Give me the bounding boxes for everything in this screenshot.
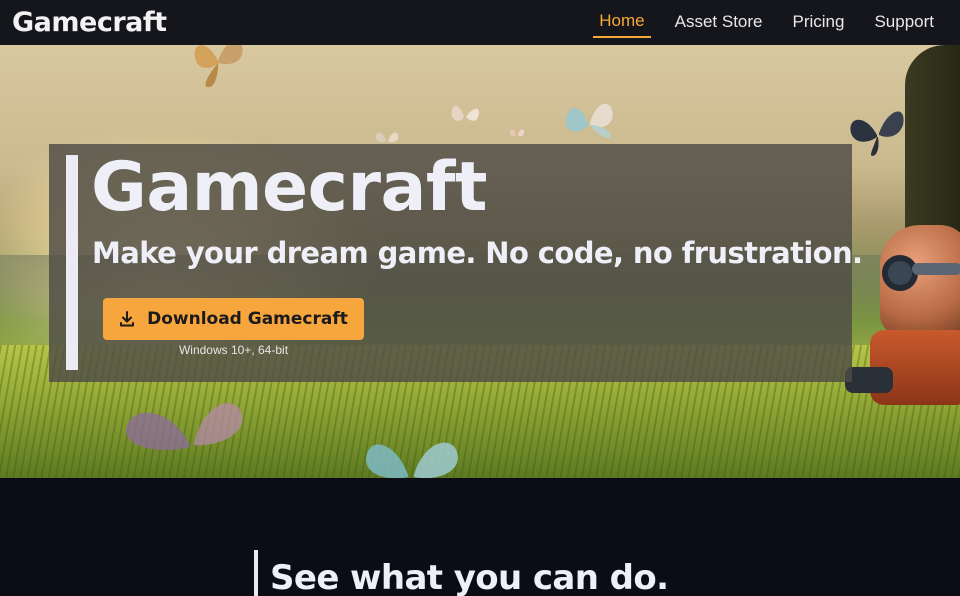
- nav-link-home[interactable]: Home: [593, 8, 651, 38]
- butterfly-icon: [362, 415, 462, 478]
- butterfly-icon: [560, 93, 620, 147]
- download-requirements: Windows 10+, 64-bit: [178, 343, 289, 357]
- nav-link-pricing[interactable]: Pricing: [786, 9, 850, 37]
- section-accent-bar: [254, 550, 258, 596]
- nav-link-asset-store[interactable]: Asset Store: [669, 9, 769, 37]
- hero-subtitle: Make your dream game. No code, no frustr…: [92, 236, 863, 270]
- butterfly-icon: [845, 103, 909, 159]
- butterfly-icon: [120, 385, 250, 465]
- site-logo[interactable]: Gamecraft: [12, 7, 167, 38]
- section-heading: See what you can do.: [270, 558, 669, 596]
- butterfly-icon: [188, 45, 248, 93]
- robot-eye-arm: [912, 263, 960, 275]
- butterfly-icon: [508, 125, 526, 141]
- butterfly-icon: [448, 97, 484, 131]
- nav-link-support[interactable]: Support: [868, 9, 940, 37]
- features-section: See what you can do.: [0, 478, 960, 596]
- accent-bar: [66, 155, 78, 370]
- hero-card: Gamecraft Make your dream game. No code,…: [49, 144, 863, 382]
- nav-links: Home Asset Store Pricing Support: [593, 8, 940, 38]
- download-button[interactable]: Download Gamecraft: [103, 298, 364, 340]
- hero-title: Gamecraft: [91, 148, 488, 227]
- robot-hand: [845, 367, 893, 393]
- download-icon: [119, 311, 135, 327]
- navbar: Gamecraft Home Asset Store Pricing Suppo…: [0, 0, 960, 45]
- download-button-label: Download Gamecraft: [147, 309, 348, 329]
